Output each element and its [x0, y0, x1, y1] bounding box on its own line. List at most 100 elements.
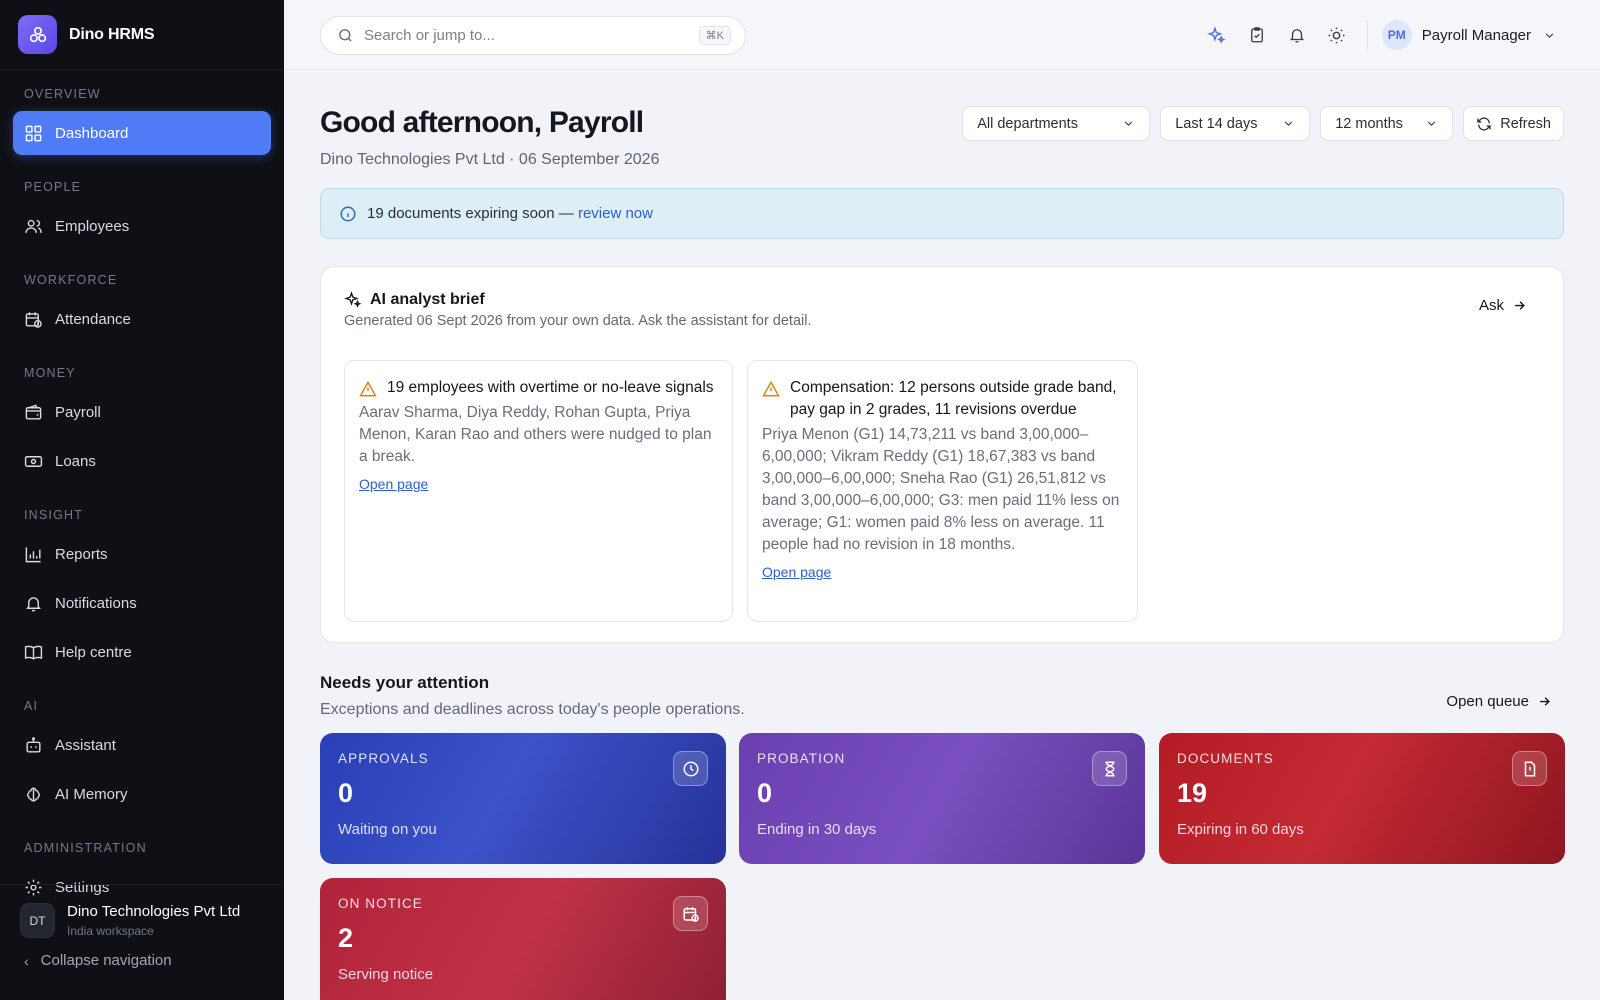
insight-body: Aarav Sharma, Diya Reddy, Rohan Gupta, P…	[359, 404, 712, 465]
sidebar-item-reports[interactable]: Reports	[13, 532, 271, 576]
workspace-name: Dino Technologies Pvt Ltd	[67, 903, 241, 920]
ai-brief-header: AI analyst brief	[344, 291, 485, 309]
collapse-navigation-button[interactable]: ‹ Collapse navigation	[0, 952, 284, 969]
tile-label: DOCUMENTS	[1177, 751, 1274, 766]
app-name: Dino HRMS	[69, 25, 155, 43]
avatar: PM	[1381, 20, 1412, 50]
search-icon	[339, 29, 352, 42]
nav-section-ai: AI	[24, 699, 39, 713]
tile-value: 0	[338, 778, 354, 808]
nav-section-money: MONEY	[24, 366, 76, 380]
file-alert-icon	[1512, 751, 1547, 786]
refresh-button[interactable]: Refresh	[1463, 106, 1564, 141]
brand-logo-icon	[18, 15, 57, 54]
arrow-right-icon	[1515, 301, 1525, 310]
sun-icon	[1328, 27, 1345, 43]
workspace-subtitle: India workspace	[67, 924, 154, 938]
sidebar-item-label: Loans	[55, 452, 96, 470]
sidebar-item-payroll[interactable]: Payroll	[13, 390, 271, 434]
bot-icon	[26, 736, 41, 753]
page-title: Good afternoon, Payroll	[320, 106, 644, 139]
divider	[1366, 20, 1368, 50]
warning-icon	[359, 380, 377, 397]
nav-section-administration: ADMINISTRATION	[24, 841, 147, 855]
open-page-link[interactable]: Open page	[359, 476, 428, 492]
department-select[interactable]: All departments	[962, 106, 1151, 141]
tasks-button[interactable]	[1237, 15, 1277, 55]
calendar-clock-icon	[673, 896, 708, 931]
notifications-button[interactable]	[1277, 15, 1317, 55]
period-select-value: Last 14 days	[1175, 115, 1258, 132]
ask-button[interactable]: Ask	[1479, 297, 1527, 314]
chevron-down-icon	[1125, 121, 1133, 126]
banner-text: 19 documents expiring soon —	[367, 205, 578, 222]
nav-section-overview: OVERVIEW	[24, 87, 101, 101]
bell-icon	[26, 596, 41, 611]
sidebar-item-label: Dashboard	[55, 124, 129, 142]
chevron-down-icon	[1545, 32, 1554, 38]
collapse-label: Collapse navigation	[40, 952, 172, 969]
sidebar-item-help-centre[interactable]: Help centre	[13, 630, 271, 674]
range-select[interactable]: 12 months	[1320, 106, 1454, 141]
nav-section-workforce: WORKFORCE	[24, 273, 118, 287]
user-menu[interactable]: PM Payroll Manager	[1381, 20, 1556, 50]
tile-description: Expiring in 60 days	[1177, 821, 1304, 838]
department-select-value: All departments	[977, 115, 1078, 132]
review-now-link[interactable]: review now	[578, 205, 653, 222]
clipboard-check-icon	[1250, 27, 1263, 43]
wallet-icon	[25, 403, 42, 420]
insight-body: Priya Menon (G1) 14,73,211 vs band 3,00,…	[762, 426, 1120, 553]
ask-label: Ask	[1478, 297, 1504, 314]
tile-description: Waiting on you	[338, 821, 437, 838]
users-icon	[25, 219, 42, 233]
filter-bar: All departments Last 14 days 12 months R…	[962, 106, 1564, 141]
sidebar-item-attendance[interactable]: Attendance	[13, 297, 271, 341]
sidebar-item-label: Assistant	[55, 736, 116, 754]
documents-tile[interactable]: DOCUMENTS 19 Expiring in 60 days	[1159, 733, 1565, 864]
theme-toggle-button[interactable]	[1317, 15, 1357, 55]
refresh-icon	[1477, 116, 1491, 131]
tile-value: 19	[1177, 778, 1208, 808]
sidebar-item-dashboard[interactable]: Dashboard	[13, 111, 271, 155]
sidebar-item-ai-memory[interactable]: AI Memory	[13, 772, 271, 816]
ai-sparkle-button[interactable]	[1197, 15, 1237, 55]
nav-section-insight: INSIGHT	[24, 508, 84, 522]
user-name: Payroll Manager	[1421, 26, 1531, 44]
sparkle-icon	[1207, 25, 1226, 44]
ai-analyst-brief: AI analyst brief Generated 06 Sept 2026 …	[320, 266, 1564, 643]
sidebar-item-notifications[interactable]: Notifications	[13, 581, 271, 625]
bell-icon	[1289, 29, 1304, 43]
chevron-down-icon	[1428, 121, 1436, 126]
ai-brief-subtitle: Generated 06 Sept 2026 from your own dat…	[344, 313, 812, 329]
brand[interactable]: Dino HRMS	[0, 0, 284, 70]
probation-tile[interactable]: PROBATION 0 Ending in 30 days	[739, 733, 1145, 864]
period-select[interactable]: Last 14 days	[1160, 106, 1311, 141]
sparkle-icon	[344, 291, 362, 308]
sidebar: Dino HRMS OVERVIEW Dashboard PEOPLE Empl…	[0, 0, 284, 1000]
sidebar-footer: DT Dino Technologies Pvt Ltd India works…	[0, 884, 284, 1000]
approvals-tile[interactable]: APPROVALS 0 Waiting on you	[320, 733, 726, 864]
sidebar-item-label: Attendance	[55, 310, 131, 328]
search-input[interactable]: Search or jump to... ⌘K	[320, 16, 746, 55]
book-icon	[24, 645, 43, 660]
on-notice-tile[interactable]: ON NOTICE 2 Serving notice	[320, 878, 726, 1000]
sidebar-item-label: Payroll	[55, 403, 101, 421]
page-subtitle: Dino Technologies Pvt Ltd · 06 September…	[320, 151, 660, 168]
tile-value: 0	[757, 778, 773, 808]
workspace-switcher[interactable]: DT Dino Technologies Pvt Ltd India works…	[0, 885, 284, 938]
sidebar-item-employees[interactable]: Employees	[13, 204, 271, 248]
sidebar-item-loans[interactable]: Loans	[13, 439, 271, 483]
sidebar-item-label: Help centre	[55, 643, 132, 661]
open-queue-button[interactable]: Open queue	[1446, 693, 1552, 710]
workspace-avatar: DT	[20, 903, 55, 938]
info-icon	[340, 206, 356, 221]
tile-label: APPROVALS	[338, 751, 429, 766]
insight-title: 19 employees with overtime or no-leave s…	[387, 379, 714, 396]
chevron-down-icon	[1285, 121, 1293, 126]
nav-section-people: PEOPLE	[24, 180, 82, 194]
insight-card: Compensation: 12 persons outside grade b…	[747, 360, 1138, 622]
sidebar-item-assistant[interactable]: Assistant	[13, 723, 271, 767]
clock-icon	[673, 751, 708, 786]
bar-chart-icon	[25, 546, 41, 562]
open-page-link[interactable]: Open page	[762, 564, 831, 580]
